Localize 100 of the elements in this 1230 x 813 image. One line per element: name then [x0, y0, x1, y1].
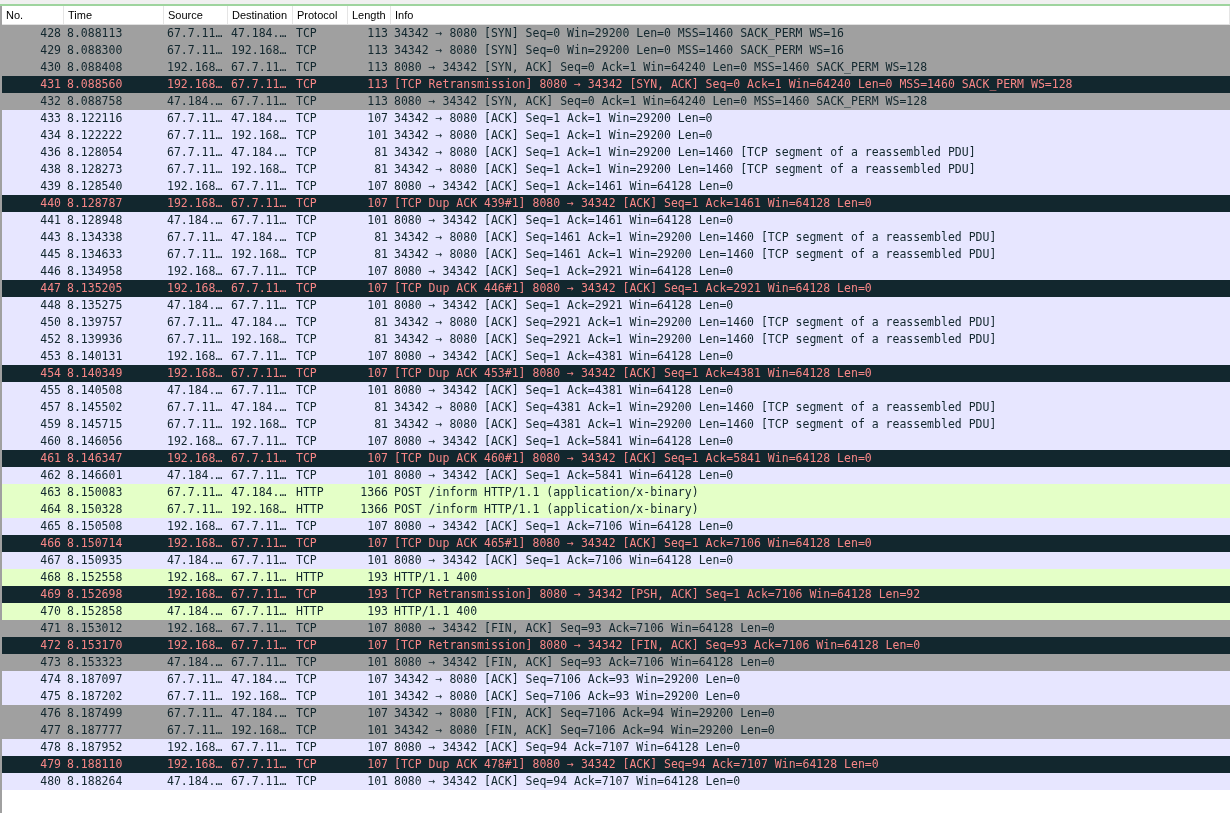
packet-row[interactable]: 480 8.188264 47.184.… 67.7.11… TCP 101 8080 → 34342 [ACK] Seq=94 Ack=7107 Win=64128 Len=0: [2, 773, 1230, 790]
table-cell-text: 192.168…: [166, 433, 224, 450]
packet-row[interactable]: 465 8.150508 192.168… 67.7.11… TCP 107 8080 → 34342 [ACK] Seq=1 Ack=7106 Win=64128 Len=0: [2, 518, 1230, 535]
table-cell-text: 8.146056: [66, 433, 124, 450]
table-cell-text: 192.168…: [230, 127, 288, 144]
table-cell-text: 192.168…: [166, 280, 224, 297]
packet-row[interactable]: 466 8.150714 192.168… 67.7.11… TCP 107 [TCP Dup ACK 465#1] 8080 → 34342 [ACK] Seq=1 Ack=7106 Win=64128 Len=0: [2, 535, 1230, 552]
column-header[interactable]: Destination: [228, 6, 293, 24]
table-cell-text: 47.184.…: [166, 552, 224, 569]
packet-row[interactable]: 432 8.088758 47.184.… 67.7.11… TCP 113 8080 → 34342 [SYN, ACK] Seq=0 Ack=1 Win=64240 Len=0 MSS=1460 SACK_PERM WS=128: [2, 93, 1230, 110]
packet-row[interactable]: 431 8.088560 192.168… 67.7.11… TCP 113 [TCP Retransmission] 8080 → 34342 [SYN, ACK] Seq=0 Ack=1 Win=64240 Len=0 MSS=1460 SACK_PERM WS=128: [2, 76, 1230, 93]
column-header[interactable]: Time: [64, 6, 164, 24]
packet-row[interactable]: 471 8.153012 192.168… 67.7.11… TCP 107 8080 → 34342 [FIN, ACK] Seq=93 Ack=7106 Win=64128 Len=0: [2, 620, 1230, 637]
column-header[interactable]: Source: [164, 6, 228, 24]
packet-row[interactable]: 479 8.188110 192.168… 67.7.11… TCP 107 [TCP Dup ACK 478#1] 8080 → 34342 [ACK] Seq=94 Ack=7107 Win=64128 Len=0: [2, 756, 1230, 773]
table-cell-text: 439: [39, 178, 62, 195]
table-cell-text: 8080 → 34342 [ACK] Seq=1 Ack=2921 Win=64128 Len=0: [393, 297, 735, 314]
packet-row[interactable]: 443 8.134338 67.7.11… 47.184.… TCP 81 34342 → 8080 [ACK] Seq=1461 Ack=1 Win=29200 Len=1460 [TCP segment of a reassembled PDU]: [2, 229, 1230, 246]
packet-row[interactable]: 450 8.139757 67.7.11… 47.184.… TCP 81 34342 → 8080 [ACK] Seq=2921 Ack=1 Win=29200 Len=1460 [TCP segment of a reassembled PDU]: [2, 314, 1230, 331]
table-cell-text: [TCP Dup ACK 460#1] 8080 → 34342 [ACK] Seq=1 Ack=5841 Win=64128 Len=0: [393, 450, 873, 467]
packet-row[interactable]: 454 8.140349 192.168… 67.7.11… TCP 107 [TCP Dup ACK 453#1] 8080 → 34342 [ACK] Seq=1 Ack=4381 Win=64128 Len=0: [2, 365, 1230, 382]
packet-row[interactable]: 475 8.187202 67.7.11… 192.168… TCP 101 34342 → 8080 [ACK] Seq=7106 Ack=93 Win=29200 Len=0: [2, 688, 1230, 705]
packet-row[interactable]: 457 8.145502 67.7.11… 47.184.… TCP 81 34342 → 8080 [ACK] Seq=4381 Ack=1 Win=29200 Len=1460 [TCP segment of a reassembled PDU]: [2, 399, 1230, 416]
table-cell-text: 8.187499: [66, 705, 124, 722]
packet-row[interactable]: 429 8.088300 67.7.11… 192.168… TCP 113 34342 → 8080 [SYN] Seq=0 Win=29200 Len=0 MSS=1460 SACK_PERM WS=16: [2, 42, 1230, 59]
table-cell-text: 81: [373, 246, 389, 263]
packet-row[interactable]: 472 8.153170 192.168… 67.7.11… TCP 107 [TCP Retransmission] 8080 → 34342 [FIN, ACK] Seq=93 Ack=7106 Win=64128 Len=0: [2, 637, 1230, 654]
column-header[interactable]: Info: [391, 6, 1230, 24]
packet-row[interactable]: 448 8.135275 47.184.… 67.7.11… TCP 101 8080 → 34342 [ACK] Seq=1 Ack=2921 Win=64128 Len=0: [2, 297, 1230, 314]
table-cell-text: 8080 → 34342 [ACK] Seq=1 Ack=1461 Win=64128 Len=0: [393, 178, 735, 195]
packet-row[interactable]: 453 8.140131 192.168… 67.7.11… TCP 107 8080 → 34342 [ACK] Seq=1 Ack=4381 Win=64128 Len=0: [2, 348, 1230, 365]
table-cell-text: 471: [39, 620, 62, 637]
packet-row[interactable]: 474 8.187097 67.7.11… 47.184.… TCP 107 34342 → 8080 [ACK] Seq=7106 Ack=93 Win=29200 Len=0: [2, 671, 1230, 688]
packet-row[interactable]: 440 8.128787 192.168… 67.7.11… TCP 107 [TCP Dup ACK 439#1] 8080 → 34342 [ACK] Seq=1 Ack=1461 Win=64128 Len=0: [2, 195, 1230, 212]
packet-row[interactable]: 441 8.128948 47.184.… 67.7.11… TCP 101 8080 → 34342 [ACK] Seq=1 Ack=1461 Win=64128 Len=0: [2, 212, 1230, 229]
table-cell-text: [TCP Dup ACK 446#1] 8080 → 34342 [ACK] Seq=1 Ack=2921 Win=64128 Len=0: [393, 280, 873, 297]
table-cell-text: 193: [366, 603, 389, 620]
column-header[interactable]: Length: [348, 6, 391, 24]
table-cell-text: 47.184.…: [166, 773, 224, 790]
column-header[interactable]: No.: [2, 6, 64, 24]
column-header[interactable]: Protocol: [293, 6, 348, 24]
table-cell-text: 67.7.11…: [230, 518, 288, 535]
table-cell-text: TCP: [295, 467, 318, 484]
packet-row[interactable]: 473 8.153323 47.184.… 67.7.11… TCP 101 8080 → 34342 [FIN, ACK] Seq=93 Ack=7106 Win=64128 Len=0: [2, 654, 1230, 671]
packet-row[interactable]: 459 8.145715 67.7.11… 192.168… TCP 81 34342 → 8080 [ACK] Seq=4381 Ack=1 Win=29200 Len=1460 [TCP segment of a reassembled PDU]: [2, 416, 1230, 433]
packet-row[interactable]: 445 8.134633 67.7.11… 192.168… TCP 81 34342 → 8080 [ACK] Seq=1461 Ack=1 Win=29200 Len=1460 [TCP segment of a reassembled PDU]: [2, 246, 1230, 263]
packet-row[interactable]: 439 8.128540 192.168… 67.7.11… TCP 107 8080 → 34342 [ACK] Seq=1 Ack=1461 Win=64128 Len=0: [2, 178, 1230, 195]
table-cell-text: 101: [366, 552, 389, 569]
packet-row[interactable]: 463 8.150083 67.7.11… 47.184.… HTTP 1366 POST /inform HTTP/1.1 (application/x-binary): [2, 484, 1230, 501]
packet-row[interactable]: 462 8.146601 47.184.… 67.7.11… TCP 101 8080 → 34342 [ACK] Seq=1 Ack=5841 Win=64128 Len=0: [2, 467, 1230, 484]
table-cell-text: 192.168…: [230, 331, 288, 348]
packet-row[interactable]: 447 8.135205 192.168… 67.7.11… TCP 107 [TCP Dup ACK 446#1] 8080 → 34342 [ACK] Seq=1 Ack=2921 Win=64128 Len=0: [2, 280, 1230, 297]
table-cell-text: 113: [366, 42, 389, 59]
table-cell-text: TCP: [295, 348, 318, 365]
table-cell-text: TCP: [295, 535, 318, 552]
packet-row[interactable]: 446 8.134958 192.168… 67.7.11… TCP 107 8080 → 34342 [ACK] Seq=1 Ack=2921 Win=64128 Len=0: [2, 263, 1230, 280]
packet-row[interactable]: 436 8.128054 67.7.11… 47.184.… TCP 81 34342 → 8080 [ACK] Seq=1 Ack=1 Win=29200 Len=1460 [TCP segment of a reassembled PDU]: [2, 144, 1230, 161]
packet-row[interactable]: 477 8.187777 67.7.11… 192.168… TCP 101 34342 → 8080 [FIN, ACK] Seq=7106 Ack=94 Win=29200 Len=0: [2, 722, 1230, 739]
table-cell-text: 8.088758: [66, 93, 124, 110]
packet-row[interactable]: 476 8.187499 67.7.11… 47.184.… TCP 107 34342 → 8080 [FIN, ACK] Seq=7106 Ack=94 Win=29200 Len=0: [2, 705, 1230, 722]
packet-row[interactable]: 434 8.122222 67.7.11… 192.168… TCP 101 34342 → 8080 [ACK] Seq=1 Ack=1 Win=29200 Len=0: [2, 127, 1230, 144]
packet-row[interactable]: 468 8.152558 192.168… 67.7.11… HTTP 193 HTTP/1.1 400: [2, 569, 1230, 586]
table-cell-text: 47.184.…: [230, 229, 288, 246]
table-cell-text: 8.122116: [66, 110, 124, 127]
table-cell-text: 67.7.11…: [230, 297, 288, 314]
table-cell-text: 8.128273: [66, 161, 124, 178]
table-cell-text: 34342 → 8080 [ACK] Seq=2921 Ack=1 Win=29200 Len=1460 [TCP segment of a reassembled PDU]: [393, 314, 998, 331]
table-cell-text: 193: [366, 569, 389, 586]
packet-row[interactable]: 467 8.150935 47.184.… 67.7.11… TCP 101 8080 → 34342 [ACK] Seq=1 Ack=7106 Win=64128 Len=0: [2, 552, 1230, 569]
table-cell-text: 67.7.11…: [230, 76, 288, 93]
table-cell-text: 34342 → 8080 [SYN] Seq=0 Win=29200 Len=0 MSS=1460 SACK_PERM WS=16: [393, 42, 846, 59]
packet-row[interactable]: 469 8.152698 192.168… 67.7.11… TCP 193 [TCP Retransmission] 8080 → 34342 [PSH, ACK] Seq=1 Ack=7106 Win=64128 Len=92: [2, 586, 1230, 603]
table-cell-text: 455: [39, 382, 62, 399]
table-cell-text: 107: [366, 365, 389, 382]
table-cell-text: 67.7.11…: [230, 569, 288, 586]
packet-row[interactable]: 478 8.187952 192.168… 67.7.11… TCP 107 8080 → 34342 [ACK] Seq=94 Ack=7107 Win=64128 Len=0: [2, 739, 1230, 756]
packet-row[interactable]: 461 8.146347 192.168… 67.7.11… TCP 107 [TCP Dup ACK 460#1] 8080 → 34342 [ACK] Seq=1 Ack=5841 Win=64128 Len=0: [2, 450, 1230, 467]
packet-row[interactable]: 455 8.140508 47.184.… 67.7.11… TCP 101 8080 → 34342 [ACK] Seq=1 Ack=4381 Win=64128 Len=0: [2, 382, 1230, 399]
table-cell-text: 101: [366, 127, 389, 144]
packet-row[interactable]: 470 8.152858 47.184.… 67.7.11… HTTP 193 HTTP/1.1 400: [2, 603, 1230, 620]
table-cell-text: 476: [39, 705, 62, 722]
table-cell-text: 192.168…: [230, 501, 288, 518]
packet-row[interactable]: 460 8.146056 192.168… 67.7.11… TCP 107 8080 → 34342 [ACK] Seq=1 Ack=5841 Win=64128 Len=0: [2, 433, 1230, 450]
packet-row[interactable]: 428 8.088113 67.7.11… 47.184.… TCP 113 34342 → 8080 [SYN] Seq=0 Win=29200 Len=0 MSS=1460 SACK_PERM WS=16: [2, 25, 1230, 42]
table-cell-text: 433: [39, 110, 62, 127]
table-cell-text: 474: [39, 671, 62, 688]
table-cell-text: 34342 → 8080 [ACK] Seq=7106 Ack=93 Win=29200 Len=0: [393, 671, 742, 688]
packet-row[interactable]: 433 8.122116 67.7.11… 47.184.… TCP 107 34342 → 8080 [ACK] Seq=1 Ack=1 Win=29200 Len=0: [2, 110, 1230, 127]
packet-row[interactable]: 464 8.150328 67.7.11… 192.168… HTTP 1366 POST /inform HTTP/1.1 (application/x-binary): [2, 501, 1230, 518]
table-cell-text: [TCP Retransmission] 8080 → 34342 [FIN, ACK] Seq=93 Ack=7106 Win=64128 Len=0: [393, 637, 922, 654]
table-cell-text: TCP: [295, 59, 318, 76]
table-cell-text: 67.7.11…: [230, 654, 288, 671]
table-cell-text: 67.7.11…: [230, 195, 288, 212]
packet-row[interactable]: 452 8.139936 67.7.11… 192.168… TCP 81 34342 → 8080 [ACK] Seq=2921 Ack=1 Win=29200 Len=1460 [TCP segment of a reassembled PDU]: [2, 331, 1230, 348]
packet-row[interactable]: 438 8.128273 67.7.11… 192.168… TCP 81 34342 → 8080 [ACK] Seq=1 Ack=1 Win=29200 Len=1460 [TCP segment of a reassembled PDU]: [2, 161, 1230, 178]
table-cell-text: 67.7.11…: [166, 127, 224, 144]
table-cell-text: 67.7.11…: [230, 365, 288, 382]
packet-row[interactable]: 430 8.088408 192.168… 67.7.11… TCP 113 8080 → 34342 [SYN, ACK] Seq=0 Ack=1 Win=64240 Len=0 MSS=1460 SACK_PERM WS=128: [2, 59, 1230, 76]
table-cell-text: 431: [39, 76, 62, 93]
table-cell-text: 107: [366, 739, 389, 756]
